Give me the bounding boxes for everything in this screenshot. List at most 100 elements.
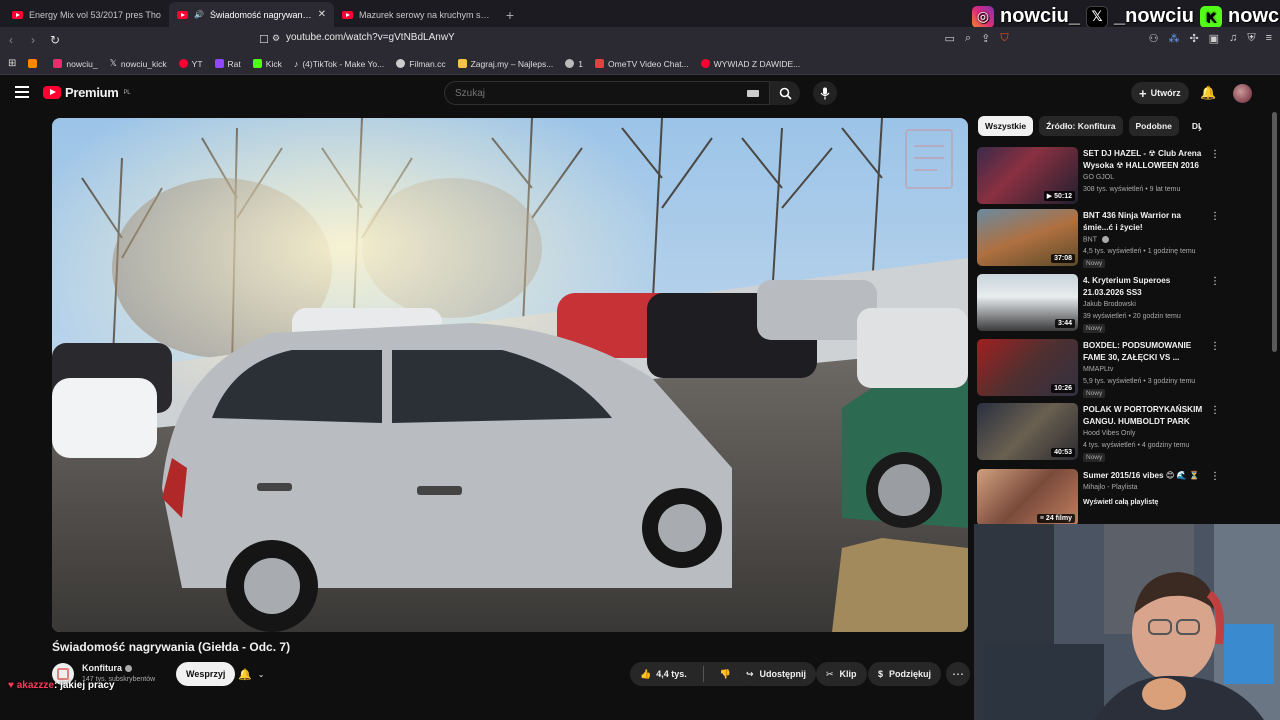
- video-thumbnail[interactable]: 37:08: [977, 209, 1078, 266]
- hamburger-menu-icon[interactable]: [15, 86, 29, 98]
- share-icon[interactable]: ⇪: [981, 32, 990, 45]
- chevron-right-icon[interactable]: ›: [1198, 121, 1202, 135]
- youtube-premium-logo[interactable]: Premium PL: [43, 85, 131, 100]
- bookmark-item[interactable]: [28, 59, 41, 68]
- bookmark-item[interactable]: nowciu_: [53, 59, 98, 69]
- sidebar-scrollbar[interactable]: [1272, 112, 1277, 352]
- support-button[interactable]: Wesprzyj: [176, 662, 236, 686]
- close-tab-icon[interactable]: ✕: [318, 9, 326, 20]
- video-thumbnail[interactable]: ▶ 50:12: [977, 147, 1078, 204]
- more-options-icon[interactable]: ⋮: [1210, 405, 1220, 416]
- more-actions-icon[interactable]: ⋯: [946, 662, 970, 686]
- recommendation-title: BNT 436 Ninja Warrior na śmie...ć i życi…: [1083, 211, 1181, 232]
- youtube-favicon-icon: [342, 10, 353, 19]
- recommendation-title: BOXDEL: PODSUMOWANIE FAME 30, ZAŁĘCKI VS…: [1083, 341, 1192, 362]
- recommendation-channel: BNT: [1083, 236, 1109, 243]
- apps-grid-icon[interactable]: ⊞: [8, 58, 16, 69]
- more-options-icon[interactable]: ⋮: [1210, 276, 1220, 287]
- bookmark-item[interactable]: WYWIAD Z DAWIDE...: [700, 59, 800, 69]
- cast-icon[interactable]: ▭: [945, 32, 955, 45]
- chevron-down-icon: ⌄: [257, 669, 265, 679]
- notifications-bell-icon[interactable]: 🔔: [1200, 85, 1216, 101]
- puzzle-icon[interactable]: ✣: [1189, 32, 1198, 45]
- clip-button[interactable]: ✂ Klip: [816, 662, 867, 686]
- vpn-icon[interactable]: ⛨: [1247, 32, 1255, 45]
- channel-name[interactable]: Konfitura: [82, 663, 132, 673]
- chip-all[interactable]: Wszystkie: [978, 116, 1034, 136]
- instagram-icon: [53, 59, 63, 68]
- bookmark-item[interactable]: OmeTV Video Chat...: [595, 59, 689, 69]
- new-tab-button[interactable]: +: [499, 2, 521, 27]
- new-badge: Nowy: [1083, 259, 1106, 268]
- user-avatar[interactable]: [1233, 84, 1252, 103]
- bookmark-item[interactable]: Zagraj.my – Najleps...: [457, 59, 553, 69]
- video-player[interactable]: [52, 118, 968, 632]
- chat-heart-icon: ♥: [8, 680, 14, 691]
- chip-source[interactable]: Źródło: Konfitura: [1039, 116, 1123, 136]
- kick-icon: [252, 59, 262, 68]
- recommendation-item[interactable]: 37:08 BNT 436 Ninja Warrior na śmie...ć …: [977, 209, 1220, 268]
- bookmark-item[interactable]: 1: [565, 59, 583, 69]
- search-button[interactable]: [770, 81, 800, 105]
- search-input[interactable]: [455, 88, 735, 99]
- streamer-webcam: [974, 524, 1280, 720]
- youtube-icon: [700, 59, 710, 68]
- create-button[interactable]: + Utwórz: [1131, 82, 1189, 104]
- bookmark-item[interactable]: Filman.cc: [396, 59, 446, 69]
- recommendation-item[interactable]: ▶ 50:12 SET DJ HAZEL - ☢ Club Arena Wyso…: [977, 147, 1220, 205]
- video-thumbnail[interactable]: 3:44: [977, 274, 1078, 331]
- more-options-icon[interactable]: ⋮: [1210, 471, 1220, 482]
- playlist-thumbnail[interactable]: ≡ 24 filmy: [977, 469, 1078, 526]
- browser-tab-2[interactable]: 🔊 Świadomość nagrywania (Gie ✕: [169, 2, 334, 27]
- more-options-icon[interactable]: ⋮: [1210, 211, 1220, 222]
- voice-search-button[interactable]: [813, 81, 837, 105]
- browser-tab-1[interactable]: Energy Mix vol 53/2017 pres Tho: [4, 2, 169, 27]
- recommendation-item[interactable]: 40:53 POLAK W PORTORYKAŃSKIM GANGU. HUMB…: [977, 403, 1220, 462]
- recommendation-item[interactable]: 10:26 BOXDEL: PODSUMOWANIE FAME 30, ZAŁĘ…: [977, 339, 1220, 398]
- browser-tab-3[interactable]: Mazurek serowy na kruchym spodzi: [334, 2, 499, 27]
- shield-icon[interactable]: ⛉: [1000, 32, 1008, 45]
- speaker-icon[interactable]: 🔊: [194, 10, 204, 19]
- bookmark-item[interactable]: Kick: [252, 59, 282, 69]
- recommendation-title: 4. Kryterium Superoes 21.03.2026 SS3: [1083, 276, 1171, 297]
- x-icon: 𝕏: [1086, 5, 1109, 28]
- more-options-icon[interactable]: ⋮: [1210, 149, 1220, 160]
- tab-label: Mazurek serowy na kruchym spodzi: [359, 9, 491, 20]
- rss-icon: [28, 59, 38, 68]
- music-icon[interactable]: ♫: [1229, 32, 1237, 45]
- view-playlist-link[interactable]: Wyświetl całą playlistę: [1083, 499, 1158, 506]
- recommendation-item[interactable]: 3:44 4. Kryterium Superoes 21.03.2026 SS…: [977, 274, 1220, 333]
- url-field[interactable]: youtube.com/watch?v=gVtNBdLAnwY: [286, 32, 455, 43]
- bookmark-item[interactable]: YT: [178, 59, 203, 69]
- playlist-item[interactable]: ≡ 24 filmy Sumer 2015/16 vibes 😊 🌊 ⏳ Mih…: [977, 469, 1220, 527]
- share-button[interactable]: ↪ Udostępnij: [736, 662, 817, 686]
- bookmark-item[interactable]: ♪ (4)TikTok - Make Yo...: [294, 59, 384, 69]
- extension-icon[interactable]: ⚇: [1149, 32, 1159, 45]
- keyboard-icon[interactable]: [747, 90, 759, 97]
- thanks-button[interactable]: $ Podziękuj: [868, 662, 942, 686]
- recommendation-meta: 39 wyświetleń • 20 godzin temu: [1083, 313, 1181, 320]
- like-button[interactable]: 👍 4,4 tys.: [630, 662, 697, 686]
- youtube-favicon-icon: [177, 10, 188, 19]
- recommendation-title: Sumer 2015/16 vibes 😊 🌊 ⏳: [1083, 471, 1200, 480]
- duration-badge: ▶ 50:12: [1043, 191, 1075, 201]
- bookmark-item[interactable]: 𝕏nowciu_kick: [110, 58, 167, 69]
- reload-icon[interactable]: ↻: [44, 33, 66, 47]
- sidebar-icon[interactable]: ▣: [1209, 32, 1219, 45]
- search-box[interactable]: [444, 81, 770, 105]
- video-thumbnail[interactable]: 10:26: [977, 339, 1078, 396]
- back-icon[interactable]: ‹: [0, 33, 22, 47]
- zoom-icon[interactable]: ⌕: [965, 32, 971, 45]
- recommendation-meta: 4 tys. wyświetleń • 4 godziny temu: [1083, 442, 1190, 449]
- subscription-bell-button[interactable]: 🔔 ⌄: [238, 664, 264, 684]
- menu-icon[interactable]: ≡: [1266, 32, 1272, 45]
- bookmark-item[interactable]: Rat: [214, 59, 241, 69]
- more-options-icon[interactable]: ⋮: [1210, 341, 1220, 352]
- chip-similar[interactable]: Podobne: [1128, 116, 1179, 136]
- globe-icon: [565, 59, 575, 68]
- site-settings-icon[interactable]: ⚙: [272, 33, 280, 44]
- translate-icon[interactable]: ⁂: [1168, 32, 1179, 45]
- forward-icon[interactable]: ›: [22, 33, 44, 47]
- video-thumbnail[interactable]: 40:53: [977, 403, 1078, 460]
- bookmark-icon[interactable]: ☐: [259, 33, 269, 46]
